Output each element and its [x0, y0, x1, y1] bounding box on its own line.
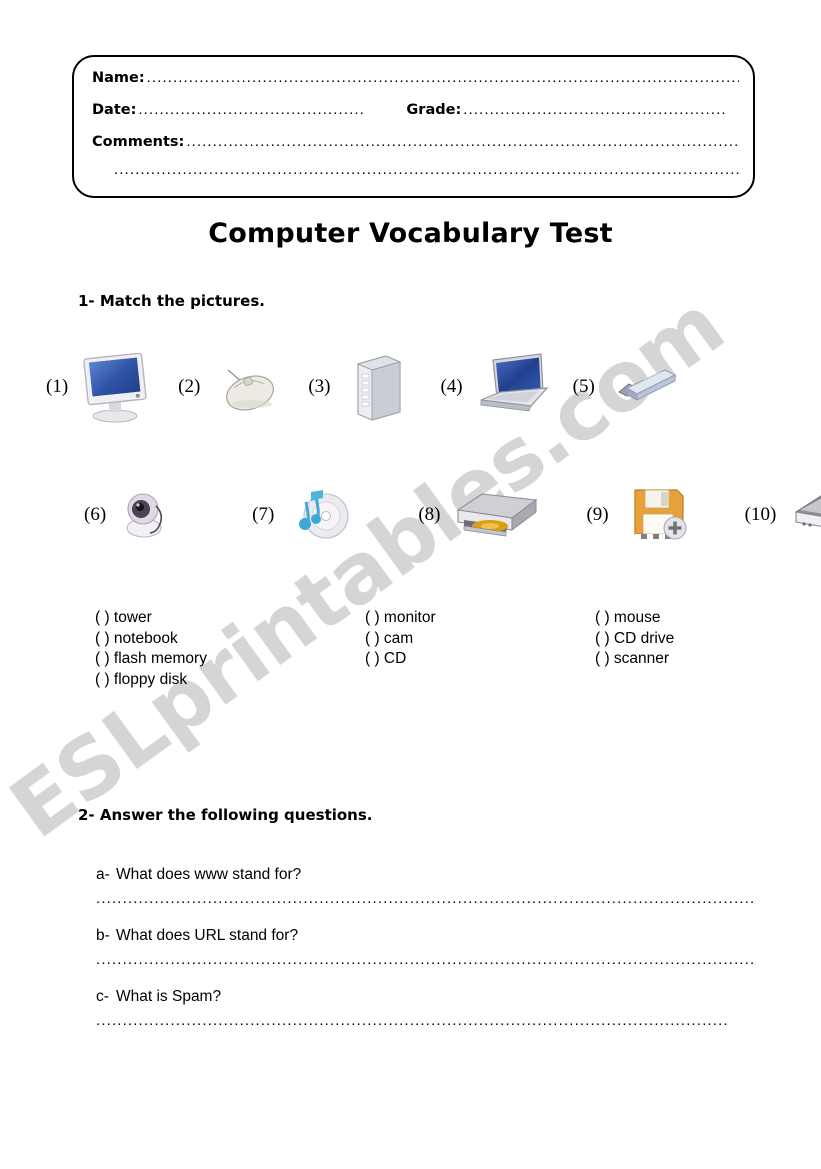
comments-write-line-2[interactable]: ........................................…	[114, 161, 739, 178]
question-c: c- What is Spam? ........................…	[96, 988, 756, 1031]
question-b-letter: b-	[96, 927, 110, 944]
date-write-line[interactable]: ........................................…	[138, 101, 366, 118]
picture-item-5: (5)	[573, 348, 681, 426]
question-a-prompt: What does www stand for?	[116, 866, 302, 883]
question-b-text: b- What does URL stand for?	[96, 927, 756, 945]
picture-number-8: (8)	[418, 504, 441, 525]
word-column-1: ( ) tower ( ) notebook ( ) flash memory …	[95, 608, 207, 690]
scanner-icon	[784, 476, 821, 554]
question-a-letter: a-	[96, 866, 110, 883]
comments-field-row: Comments: ..............................…	[92, 133, 739, 150]
question-b-answer-line[interactable]: ........................................…	[96, 951, 756, 970]
question-b-prompt: What does URL stand for?	[116, 927, 299, 944]
cd-icon	[282, 476, 360, 554]
word-option-scanner[interactable]: ( ) scanner	[595, 649, 674, 670]
cd-drive-icon	[448, 476, 544, 554]
date-label: Date:	[92, 102, 137, 118]
question-c-text: c- What is Spam?	[96, 988, 756, 1006]
word-option-tower[interactable]: ( ) tower	[95, 608, 207, 629]
word-option-cd[interactable]: ( ) CD	[365, 649, 436, 670]
tower-icon	[338, 348, 416, 426]
word-column-3: ( ) mouse ( ) CD drive ( ) scanner	[595, 608, 674, 670]
question-a: a- What does www stand for? .............…	[96, 866, 756, 909]
floppy-disk-icon	[617, 476, 695, 554]
picture-number-10: (10)	[744, 504, 777, 525]
picture-number-4: (4)	[440, 376, 463, 397]
question-c-answer-line[interactable]: ........................................…	[96, 1012, 728, 1031]
section-2-heading: 2- Answer the following questions.	[78, 806, 373, 824]
picture-item-9: (9)	[586, 476, 694, 554]
student-info-box: Name: ..................................…	[72, 55, 755, 198]
word-option-floppy-disk[interactable]: ( ) floppy disk	[95, 670, 207, 691]
section-1-heading: 1- Match the pictures.	[78, 292, 265, 310]
word-column-2: ( ) monitor ( ) cam ( ) CD	[365, 608, 436, 670]
question-c-prompt: What is Spam?	[116, 988, 222, 1005]
picture-row-1: (1) (2) (3) (4) (5)	[46, 348, 786, 426]
picture-item-8: (8)	[418, 476, 544, 554]
mouse-icon	[208, 348, 286, 426]
picture-number-9: (9)	[586, 504, 609, 525]
picture-number-2: (2)	[178, 376, 201, 397]
word-option-cd-drive[interactable]: ( ) CD drive	[595, 629, 674, 650]
picture-item-6: (6)	[84, 476, 192, 554]
comments-label: Comments:	[92, 134, 185, 150]
comments-extra-row: ........................................…	[92, 161, 739, 178]
question-a-text: a- What does www stand for?	[96, 866, 756, 884]
name-label: Name:	[92, 70, 145, 86]
question-c-letter: c-	[96, 988, 109, 1005]
comments-write-line[interactable]: ........................................…	[186, 133, 739, 150]
name-write-line[interactable]: ........................................…	[147, 69, 739, 86]
question-a-answer-line[interactable]: ........................................…	[96, 890, 756, 909]
picture-item-4: (4)	[440, 348, 549, 426]
monitor-icon	[76, 348, 154, 426]
picture-number-7: (7)	[252, 504, 275, 525]
grade-write-line[interactable]: ........................................…	[463, 101, 739, 118]
picture-number-6: (6)	[84, 504, 107, 525]
word-option-monitor[interactable]: ( ) monitor	[365, 608, 436, 629]
picture-item-10: (10)	[745, 476, 821, 554]
notebook-icon	[471, 348, 549, 426]
picture-item-7: (7)	[252, 476, 360, 554]
word-option-cam[interactable]: ( ) cam	[365, 629, 436, 650]
flash-memory-icon	[603, 348, 681, 426]
picture-item-1: (1)	[46, 348, 154, 426]
name-field-row: Name: ..................................…	[92, 69, 739, 86]
word-option-notebook[interactable]: ( ) notebook	[95, 629, 207, 650]
page-title: Computer Vocabulary Test	[208, 218, 613, 249]
picture-number-5: (5)	[572, 376, 595, 397]
question-b: b- What does URL stand for? .............…	[96, 927, 756, 970]
grade-label: Grade:	[406, 102, 462, 118]
picture-number-3: (3)	[308, 376, 331, 397]
picture-item-2: (2)	[178, 348, 286, 426]
word-option-flash-memory[interactable]: ( ) flash memory	[95, 649, 207, 670]
date-grade-field-row: Date: ..................................…	[92, 101, 739, 118]
picture-number-1: (1)	[46, 376, 69, 397]
picture-row-2: (6) (7) (8) (9) (10)	[84, 476, 821, 554]
picture-item-3: (3)	[308, 348, 416, 426]
word-option-mouse[interactable]: ( ) mouse	[595, 608, 674, 629]
webcam-icon	[114, 476, 192, 554]
